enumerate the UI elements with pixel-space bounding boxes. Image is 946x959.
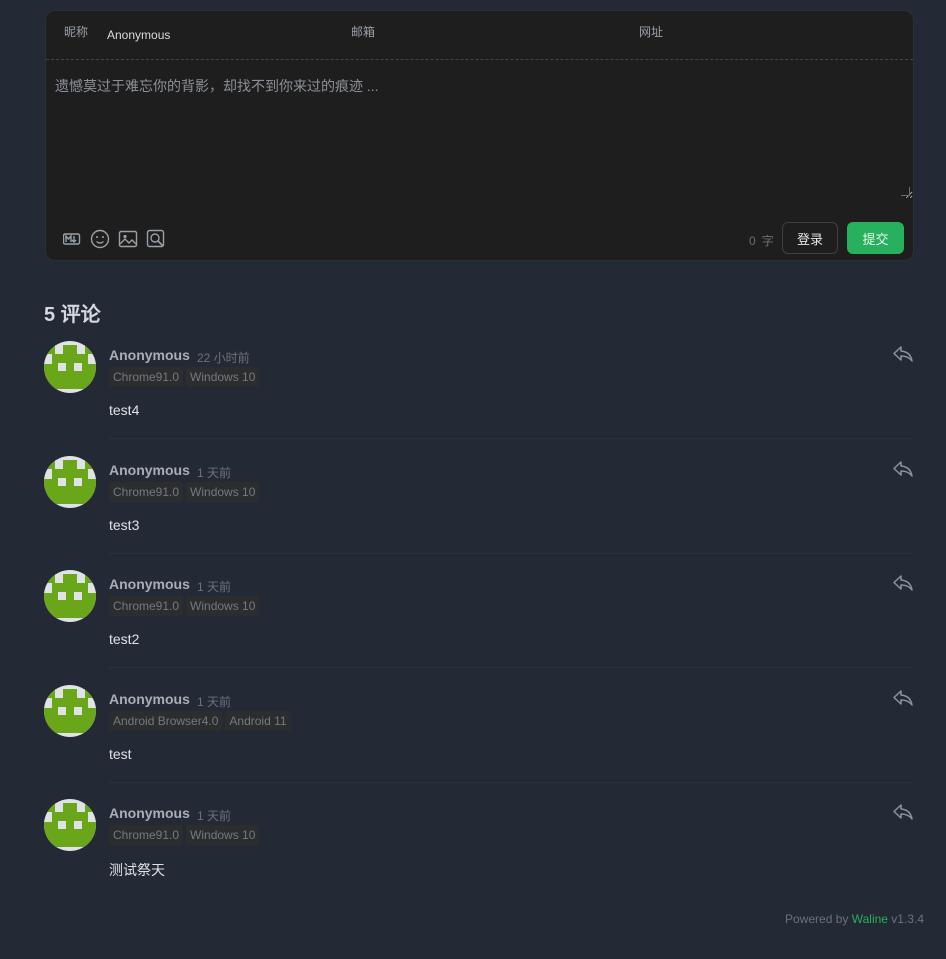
reply-icon[interactable] xyxy=(892,345,914,363)
emoji-icon[interactable] xyxy=(90,229,110,249)
comment-meta: Chrome91.0 Windows 10 xyxy=(109,596,260,616)
comment-content: test3 xyxy=(109,517,140,533)
comment-divider xyxy=(108,438,914,439)
comment-meta: Chrome91.0 Windows 10 xyxy=(109,367,260,387)
comment-textarea[interactable] xyxy=(46,59,913,199)
footer-prefix: Powered by xyxy=(785,912,849,926)
comment-content: test2 xyxy=(109,631,140,647)
word-counter: 0字 xyxy=(749,232,780,249)
comment-time: 1 天前 xyxy=(197,809,232,823)
submit-button[interactable]: 提交 xyxy=(847,222,904,254)
os-badge: Windows 10 xyxy=(186,482,260,502)
reply-icon[interactable] xyxy=(892,574,914,592)
comment-nick[interactable]: Anonymous xyxy=(109,691,190,707)
comment-meta: Chrome91.0 Windows 10 xyxy=(109,482,260,502)
reply-icon[interactable] xyxy=(892,460,914,478)
nick-label: 昵称 xyxy=(64,25,89,39)
waline-link[interactable]: Waline xyxy=(852,912,888,926)
comment-count-title: 5 评论 xyxy=(44,304,101,326)
editor-header: 昵称 Anonymous 邮箱 网址 xyxy=(46,11,913,60)
comment-nick[interactable]: Anonymous xyxy=(109,462,190,478)
browser-badge: Chrome91.0 xyxy=(109,825,184,845)
comment-meta: Android Browser4.0 Android 11 xyxy=(109,711,291,731)
reply-icon[interactable] xyxy=(892,689,914,707)
avatar xyxy=(44,570,96,622)
comment-meta: Chrome91.0 Windows 10 xyxy=(109,825,260,845)
word-unit: 字 xyxy=(761,234,774,248)
comment-divider xyxy=(108,667,914,668)
browser-badge: Chrome91.0 xyxy=(109,596,184,616)
comment-content: test xyxy=(109,746,132,762)
url-label: 网址 xyxy=(639,25,664,39)
comment-time: 22 小时前 xyxy=(197,351,250,365)
comment-item: Anonymous 1 天前 Chrome91.0 Windows 10 测试祭天 xyxy=(44,799,914,913)
os-badge: Windows 10 xyxy=(186,825,260,845)
comment-time: 1 天前 xyxy=(197,466,232,480)
comment-time: 1 天前 xyxy=(197,580,232,594)
editor-toolbar xyxy=(62,229,166,249)
browser-badge: Chrome91.0 xyxy=(109,482,184,502)
comment-nick[interactable]: Anonymous xyxy=(109,805,190,821)
comment-divider xyxy=(108,782,914,783)
markdown-icon[interactable] xyxy=(62,229,82,249)
resize-handle[interactable] xyxy=(901,187,910,196)
avatar xyxy=(44,456,96,508)
url-input[interactable] xyxy=(694,28,904,44)
comment-editor: 昵称 Anonymous 邮箱 网址 0字 登录 提交 xyxy=(45,10,914,261)
powered-by-footer: Powered by Waline v1.3.4 xyxy=(785,912,924,926)
browser-badge: Chrome91.0 xyxy=(109,367,184,387)
browser-badge: Android Browser4.0 xyxy=(109,711,223,731)
nick-input[interactable]: Anonymous xyxy=(107,28,170,42)
reply-icon[interactable] xyxy=(892,803,914,821)
comment-divider xyxy=(108,553,914,554)
os-badge: Windows 10 xyxy=(186,367,260,387)
comment-nick[interactable]: Anonymous xyxy=(109,347,190,363)
os-badge: Windows 10 xyxy=(186,596,260,616)
avatar xyxy=(44,799,96,851)
login-button[interactable]: 登录 xyxy=(782,222,838,254)
os-badge: Android 11 xyxy=(225,711,291,731)
email-input[interactable] xyxy=(406,28,626,44)
preview-icon[interactable] xyxy=(146,229,166,249)
avatar xyxy=(44,341,96,393)
comment-content: 测试祭天 xyxy=(109,862,165,878)
email-label: 邮箱 xyxy=(351,25,376,39)
avatar xyxy=(44,685,96,737)
comment-time: 1 天前 xyxy=(197,695,232,709)
word-count: 0 xyxy=(749,234,756,248)
comment-content: test4 xyxy=(109,402,140,418)
image-icon[interactable] xyxy=(118,229,138,249)
comment-nick[interactable]: Anonymous xyxy=(109,576,190,592)
footer-version: v1.3.4 xyxy=(891,912,924,926)
